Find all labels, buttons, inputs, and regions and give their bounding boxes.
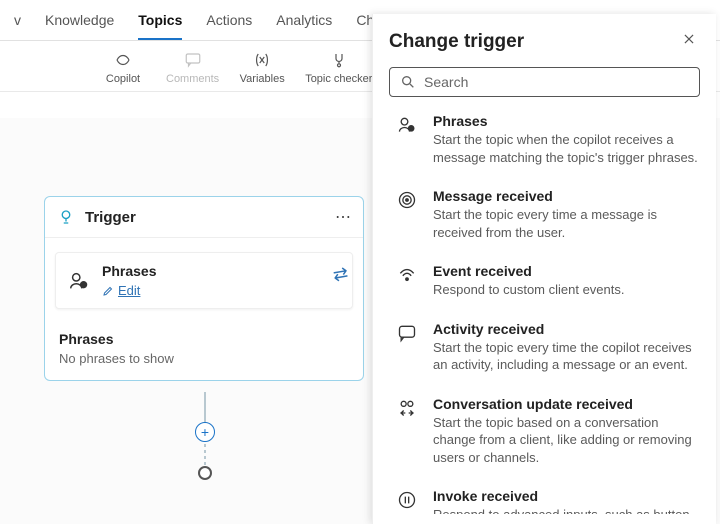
option-title: Invoke received <box>433 488 698 504</box>
option-title: Event received <box>433 263 625 279</box>
connector-dotted <box>204 444 206 466</box>
add-node-button[interactable]: + <box>195 422 215 442</box>
change-trigger-panel: Change trigger Search Phrases Start the … <box>372 14 716 524</box>
copilot-icon <box>114 51 132 69</box>
close-icon <box>682 32 696 46</box>
target-icon <box>397 190 417 210</box>
option-message-received[interactable]: Message received Start the topic every t… <box>389 186 700 243</box>
option-invoke-received[interactable]: Invoke received Respond to advanced inpu… <box>389 486 700 514</box>
option-desc: Start the topic every time a message is … <box>433 206 698 241</box>
option-desc: Start the topic every time the copilot r… <box>433 339 698 374</box>
signal-icon <box>397 265 417 285</box>
phrases-card[interactable]: Phrases Edit <box>55 252 353 309</box>
phrases-section-title: Phrases <box>59 331 349 347</box>
option-desc: Respond to custom client events. <box>433 281 625 299</box>
person-chat-icon <box>397 115 417 135</box>
tab-partial-left[interactable]: v <box>14 6 21 40</box>
phrases-empty-text: No phrases to show <box>59 351 349 366</box>
trigger-node-menu[interactable]: ⋯ <box>335 207 351 227</box>
tool-comments[interactable]: Comments <box>166 51 219 85</box>
option-title: Message received <box>433 188 698 204</box>
close-panel-button[interactable] <box>678 28 700 55</box>
tab-knowledge[interactable]: Knowledge <box>45 6 114 40</box>
tab-analytics[interactable]: Analytics <box>276 6 332 40</box>
panel-title: Change trigger <box>389 31 678 53</box>
option-desc: Respond to advanced inputs, such as butt… <box>433 506 698 514</box>
option-title: Activity received <box>433 321 698 337</box>
topic-checker-icon <box>330 51 348 69</box>
variables-icon <box>253 51 271 69</box>
person-chat-icon <box>68 270 90 292</box>
tool-copilot-label: Copilot <box>106 73 140 85</box>
tool-comments-label: Comments <box>166 73 219 85</box>
chat-icon <box>397 323 417 343</box>
tab-topics[interactable]: Topics <box>138 6 182 40</box>
trigger-node-title: Trigger <box>85 209 325 226</box>
edit-link[interactable]: Edit <box>102 283 156 298</box>
option-activity-received[interactable]: Activity received Start the topic every … <box>389 319 700 376</box>
trigger-node[interactable]: Trigger ⋯ Phrases Edit Phrases No phrase… <box>44 196 364 381</box>
trigger-node-footer: Phrases No phrases to show <box>45 319 363 380</box>
edit-link-label: Edit <box>118 283 140 298</box>
tool-topic-checker-label: Topic checker <box>305 73 372 85</box>
trigger-icon <box>57 208 75 226</box>
comment-icon <box>184 51 202 69</box>
trigger-options-list: Phrases Start the topic when the copilot… <box>389 111 700 514</box>
end-node <box>198 466 212 480</box>
trigger-node-header: Trigger ⋯ <box>45 197 363 238</box>
option-phrases[interactable]: Phrases Start the topic when the copilot… <box>389 111 700 168</box>
option-event-received[interactable]: Event received Respond to custom client … <box>389 261 700 301</box>
option-title: Phrases <box>433 113 698 129</box>
phrases-card-title: Phrases <box>102 263 156 279</box>
option-desc: Start the topic when the copilot receive… <box>433 131 698 166</box>
option-title: Conversation update received <box>433 396 698 412</box>
search-icon <box>400 74 416 90</box>
search-input[interactable]: Search <box>389 67 700 97</box>
pencil-icon <box>102 285 114 297</box>
tool-topic-checker[interactable]: Topic checker <box>305 51 372 85</box>
people-swap-icon <box>397 398 417 418</box>
option-conversation-update[interactable]: Conversation update received Start the t… <box>389 394 700 469</box>
option-desc: Start the topic based on a conversation … <box>433 414 698 467</box>
tool-variables[interactable]: Variables <box>239 51 285 85</box>
tool-variables-label: Variables <box>240 73 285 85</box>
search-placeholder: Search <box>424 74 468 90</box>
tool-copilot[interactable]: Copilot <box>100 51 146 85</box>
tab-actions[interactable]: Actions <box>206 6 252 40</box>
pause-circle-icon <box>397 490 417 510</box>
